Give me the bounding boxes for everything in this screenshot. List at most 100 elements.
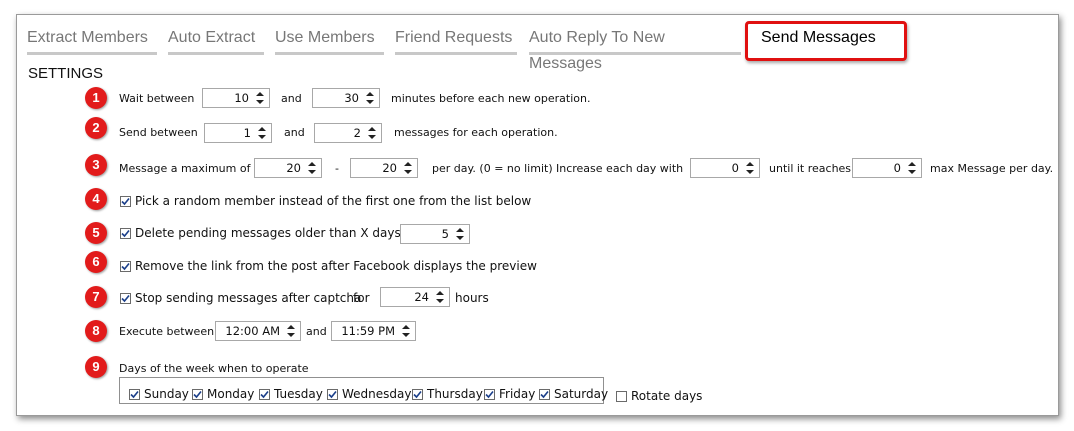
day-wednesday-checkbox[interactable] — [327, 389, 338, 400]
check-icon — [130, 390, 139, 399]
step-badge-5: 5 — [85, 222, 107, 244]
day-tuesday-checkbox[interactable] — [259, 389, 270, 400]
delete-pending-checkbox[interactable] — [120, 228, 131, 239]
spinner-arrows-icon[interactable] — [307, 161, 317, 175]
message-max-spinner[interactable]: 20 — [350, 158, 418, 178]
and-label: and — [281, 92, 302, 105]
tab-auto-reply[interactable]: Auto Reply To New Messages — [529, 25, 741, 72]
stop-captcha-checkbox[interactable] — [120, 293, 131, 304]
send-between-label: Send between — [119, 126, 198, 139]
hours-label: hours — [455, 291, 489, 305]
check-icon — [260, 390, 269, 399]
day-thursday-label: Thursday — [427, 387, 483, 401]
spinner-value: 0 — [893, 161, 901, 175]
step-badge-2: 2 — [85, 117, 107, 139]
tab-underline — [27, 52, 157, 55]
day-saturday-checkbox[interactable] — [539, 389, 550, 400]
spinner-arrows-icon[interactable] — [401, 324, 411, 338]
tab-underline — [275, 52, 384, 55]
day-monday-checkbox[interactable] — [192, 389, 203, 400]
until-label: until it reaches — [769, 162, 852, 175]
step-badge-6: 6 — [85, 251, 107, 273]
send-to-spinner[interactable]: 2 — [314, 123, 382, 143]
remove-link-label: Remove the link from the post after Face… — [135, 259, 537, 273]
day-friday-checkbox[interactable] — [484, 389, 495, 400]
tab-auto-extract[interactable]: Auto Extract — [168, 25, 264, 55]
step-badge-3: 3 — [85, 154, 107, 176]
spinner-arrows-icon[interactable] — [403, 161, 413, 175]
active-tab-highlight — [745, 21, 907, 61]
spinner-arrows-icon[interactable] — [907, 161, 917, 175]
spinner-arrows-icon[interactable] — [365, 91, 375, 105]
spinner-value: 2 — [353, 126, 361, 140]
spinner-value: 11:59 PM — [341, 324, 395, 338]
tab-underline — [529, 52, 741, 55]
spinner-arrows-icon[interactable] — [455, 227, 465, 241]
wait-from-spinner[interactable]: 10 — [202, 88, 270, 108]
tab-label: Use Members — [275, 29, 375, 46]
for-label: for — [353, 291, 370, 305]
wait-suffix-label: minutes before each new operation. — [391, 92, 591, 105]
increase-label: Increase each day with — [556, 162, 684, 175]
delete-pending-label: Delete pending messages older than X day… — [135, 226, 401, 240]
day-monday-label: Monday — [207, 387, 255, 401]
captcha-hours-spinner[interactable]: 24 — [380, 287, 450, 307]
rotate-days-checkbox[interactable] — [616, 391, 627, 402]
app-window: Extract Members Auto Extract Use Members… — [16, 14, 1059, 416]
check-icon — [413, 390, 422, 399]
tab-extract-members[interactable]: Extract Members — [27, 25, 157, 55]
send-from-spinner[interactable]: 1 — [204, 123, 272, 143]
day-saturday-label: Saturday — [554, 387, 609, 401]
random-member-label: Pick a random member instead of the firs… — [135, 194, 532, 208]
and-label: and — [284, 126, 305, 139]
days-of-week-title: Days of the week when to operate — [119, 362, 309, 375]
check-icon — [540, 390, 549, 399]
check-icon — [193, 390, 202, 399]
tab-label: Friend Requests — [395, 29, 513, 46]
spinner-arrows-icon[interactable] — [255, 91, 265, 105]
day-tuesday-label: Tuesday — [274, 387, 323, 401]
spinner-arrows-icon[interactable] — [367, 126, 377, 140]
execute-between-label: Execute between — [119, 325, 215, 338]
day-sunday-checkbox[interactable] — [129, 389, 140, 400]
tab-friend-requests[interactable]: Friend Requests — [395, 25, 517, 55]
dash-label: - — [335, 162, 339, 175]
message-min-spinner[interactable]: 20 — [254, 158, 322, 178]
check-icon — [121, 197, 130, 206]
until-spinner[interactable]: 0 — [852, 158, 922, 178]
check-icon — [328, 390, 337, 399]
max-message-label: max Message per day. — [930, 162, 1054, 175]
step-badge-4: 4 — [85, 188, 107, 210]
day-sunday-label: Sunday — [144, 387, 189, 401]
spinner-arrows-icon[interactable] — [257, 126, 267, 140]
tab-use-members[interactable]: Use Members — [275, 25, 384, 55]
spinner-value: 20 — [286, 161, 301, 175]
execute-start-time-spinner[interactable]: 12:00 AM — [215, 321, 301, 341]
spinner-value: 24 — [414, 290, 429, 304]
increase-spinner[interactable]: 0 — [690, 158, 760, 178]
wait-to-spinner[interactable]: 30 — [312, 88, 380, 108]
execute-end-time-spinner[interactable]: 11:59 PM — [331, 321, 416, 341]
step-badge-1: 1 — [85, 87, 107, 109]
day-thursday-checkbox[interactable] — [412, 389, 423, 400]
spinner-value: 10 — [234, 91, 249, 105]
per-day-label: per day. (0 = no limit) — [432, 162, 553, 175]
spinner-arrows-icon[interactable] — [435, 290, 445, 304]
remove-link-checkbox[interactable] — [120, 261, 131, 272]
stop-captcha-label: Stop sending messages after captcha — [135, 291, 362, 305]
spinner-arrows-icon[interactable] — [286, 324, 296, 338]
check-icon — [485, 390, 494, 399]
spinner-value: 30 — [344, 91, 359, 105]
tab-label: Auto Reply To New Messages — [529, 29, 665, 72]
check-icon — [121, 262, 130, 271]
and-label: and — [306, 325, 327, 338]
settings-title: SETTINGS — [28, 65, 104, 82]
spinner-arrows-icon[interactable] — [745, 161, 755, 175]
tab-underline — [395, 52, 517, 55]
tab-underline — [168, 52, 264, 55]
rotate-days-label: Rotate days — [631, 389, 703, 403]
delete-days-spinner[interactable]: 5 — [400, 224, 470, 244]
step-badge-7: 7 — [85, 286, 107, 308]
day-friday-label: Friday — [499, 387, 536, 401]
random-member-checkbox[interactable] — [120, 196, 131, 207]
